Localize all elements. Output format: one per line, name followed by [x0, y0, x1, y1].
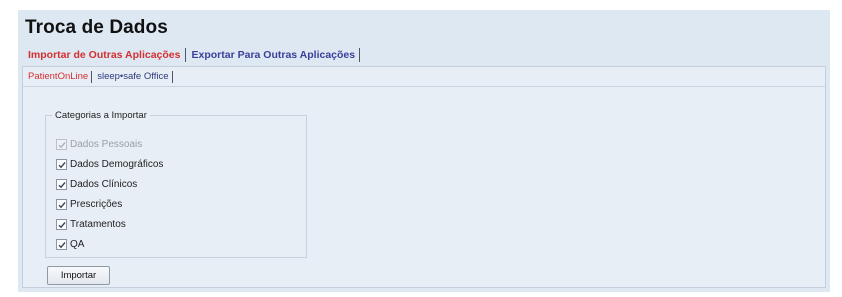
tab-import-from-other-apps[interactable]: Importar de Outras Aplicações [26, 47, 186, 62]
checkbox-checked-icon[interactable] [56, 158, 67, 170]
tab-sleepsafe-office[interactable]: sleep•safe Office [96, 70, 173, 83]
checkbox-prescricoes[interactable]: Prescrições [56, 197, 122, 211]
checkbox-checked-icon [56, 138, 67, 150]
checkbox-checked-icon[interactable] [56, 198, 67, 210]
main-tab-bar: Importar de Outras Aplicações Exportar P… [26, 46, 364, 63]
sub-tab-bar: PatientOnLine sleep•safe Office [27, 69, 177, 84]
checkbox-qa[interactable]: QA [56, 237, 84, 251]
checkbox-label: Tratamentos [70, 218, 126, 230]
import-categories-legend: Categorias a Importar [55, 110, 147, 121]
checkbox-label: Dados Demográficos [70, 158, 164, 170]
checkbox-checked-icon[interactable] [56, 178, 67, 190]
import-panel: PatientOnLine sleep•safe Office Categori… [22, 66, 826, 288]
checkbox-label: Dados Pessoais [70, 138, 143, 150]
import-categories-group: Categorias a Importar Dados Pessoais Dad… [45, 110, 307, 258]
checkbox-checked-icon[interactable] [56, 218, 67, 230]
data-exchange-page: Troca de Dados Importar de Outras Aplica… [18, 10, 830, 292]
page-title: Troca de Dados [25, 17, 168, 38]
checkbox-dados-demograficos[interactable]: Dados Demográficos [56, 157, 163, 171]
tab-export-to-other-apps[interactable]: Exportar Para Outras Aplicações [190, 47, 361, 62]
checkbox-label: Dados Clínicos [70, 178, 138, 190]
checkbox-dados-pessoais: Dados Pessoais [56, 137, 142, 151]
import-button[interactable]: Importar [47, 266, 110, 285]
checkbox-label: QA [70, 238, 85, 250]
checkbox-tratamentos[interactable]: Tratamentos [56, 217, 126, 231]
tab-patientonline[interactable]: PatientOnLine [27, 70, 93, 83]
checkbox-dados-clinicos[interactable]: Dados Clínicos [56, 177, 137, 191]
checkbox-checked-icon[interactable] [56, 238, 67, 250]
sub-tab-divider [23, 86, 825, 87]
checkbox-label: Prescrições [70, 198, 123, 210]
